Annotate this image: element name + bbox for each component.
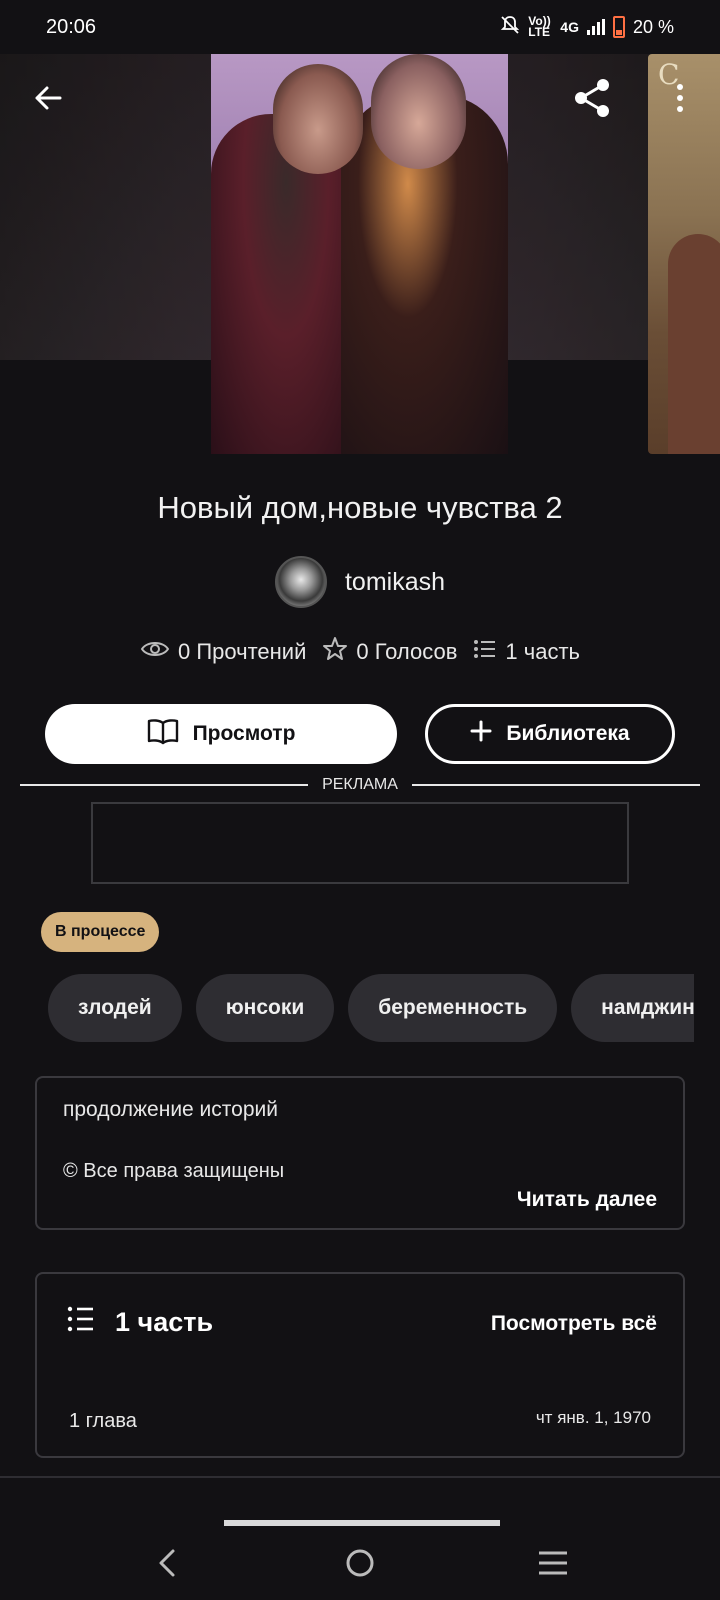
battery-level: 20 % (632, 16, 674, 37)
plus-icon (470, 720, 492, 748)
share-button[interactable] (568, 76, 616, 124)
view-button[interactable]: Просмотр (45, 704, 397, 764)
votes-count: 0 Голосов (356, 639, 458, 664)
more-button[interactable] (656, 76, 704, 124)
action-buttons: Просмотр Библиотека (45, 704, 675, 764)
tag-chip[interactable]: намджины (571, 974, 694, 1042)
story-cover-image[interactable] (211, 54, 508, 454)
description-card: продолжение историй © Все права защищены… (35, 1076, 685, 1230)
back-button[interactable] (24, 76, 72, 124)
system-nav-bar (0, 1530, 720, 1600)
signal-icon (586, 19, 605, 35)
chapter-date: чт янв. 1, 1970 (535, 1408, 651, 1427)
list-icon (67, 1306, 95, 1339)
chevron-left-icon (156, 1548, 178, 1583)
more-vertical-icon (675, 83, 685, 118)
divider (0, 1476, 720, 1478)
read-more-link[interactable]: Читать далее (517, 1188, 657, 1212)
status-badge: В процессе (41, 912, 160, 952)
ad-label: РЕКЛАМА (322, 776, 398, 793)
parts-title: 1 часть (115, 1307, 214, 1337)
list-icon (473, 639, 497, 665)
reads-stat: 0 Прочтений (140, 639, 306, 665)
mute-icon (500, 15, 520, 40)
status-bar: 20:06 Vo)) LTE 4G 20 % (0, 0, 720, 54)
see-all-link[interactable]: Посмотреть всё (491, 1312, 657, 1336)
battery-icon (612, 16, 625, 38)
menu-lines-icon (537, 1550, 569, 1581)
nav-back-button[interactable] (137, 1540, 197, 1590)
avatar[interactable] (274, 556, 327, 608)
eye-icon (140, 639, 170, 665)
home-circle-icon (344, 1547, 376, 1584)
story-title: Новый дом,новые чувства 2 (157, 490, 563, 525)
tag-chip[interactable]: беременность (348, 974, 558, 1042)
tag-list[interactable]: злодей юнсоки беременность намджины (48, 974, 694, 1042)
ad-slot[interactable] (91, 802, 629, 884)
parts-stat: 1 часть (473, 639, 580, 665)
author-row[interactable]: tomikash (0, 556, 720, 608)
share-icon (571, 77, 613, 124)
view-button-label: Просмотр (192, 722, 296, 745)
parts-header: 1 часть (67, 1306, 213, 1339)
status-time: 20:06 (46, 15, 97, 38)
arrow-left-icon (32, 82, 64, 119)
status-icons: Vo)) LTE 4G 20 % (500, 15, 674, 40)
library-button-label: Библиотека (506, 722, 630, 745)
votes-stat: 0 Голосов (322, 636, 457, 668)
copyright-text: © Все права защищены (63, 1160, 285, 1182)
ad-divider: РЕКЛАМА (20, 776, 700, 794)
network-type: 4G (560, 19, 579, 35)
book-icon (147, 717, 179, 751)
volte-label: Vo)) LTE (528, 14, 551, 39)
add-to-library-button[interactable]: Библиотека (425, 704, 675, 764)
reads-count: 0 Прочтений (177, 639, 307, 664)
nav-home-button[interactable] (330, 1540, 390, 1590)
story-stats: 0 Прочтений 0 Голосов 1 часть (0, 636, 720, 668)
chapter-title[interactable]: 1 глава (69, 1410, 137, 1433)
tag-chip[interactable]: юнсоки (195, 974, 335, 1042)
parts-card: 1 часть Посмотреть всё 1 глава чт янв. 1… (35, 1272, 685, 1458)
description-text: продолжение историй (63, 1098, 278, 1121)
nav-recents-button[interactable] (523, 1540, 583, 1590)
star-icon (322, 636, 348, 668)
author-name[interactable]: tomikash (345, 568, 445, 597)
parts-count: 1 часть (505, 639, 581, 664)
tag-chip[interactable]: злодей (48, 974, 182, 1042)
next-section-peek (224, 1520, 500, 1526)
